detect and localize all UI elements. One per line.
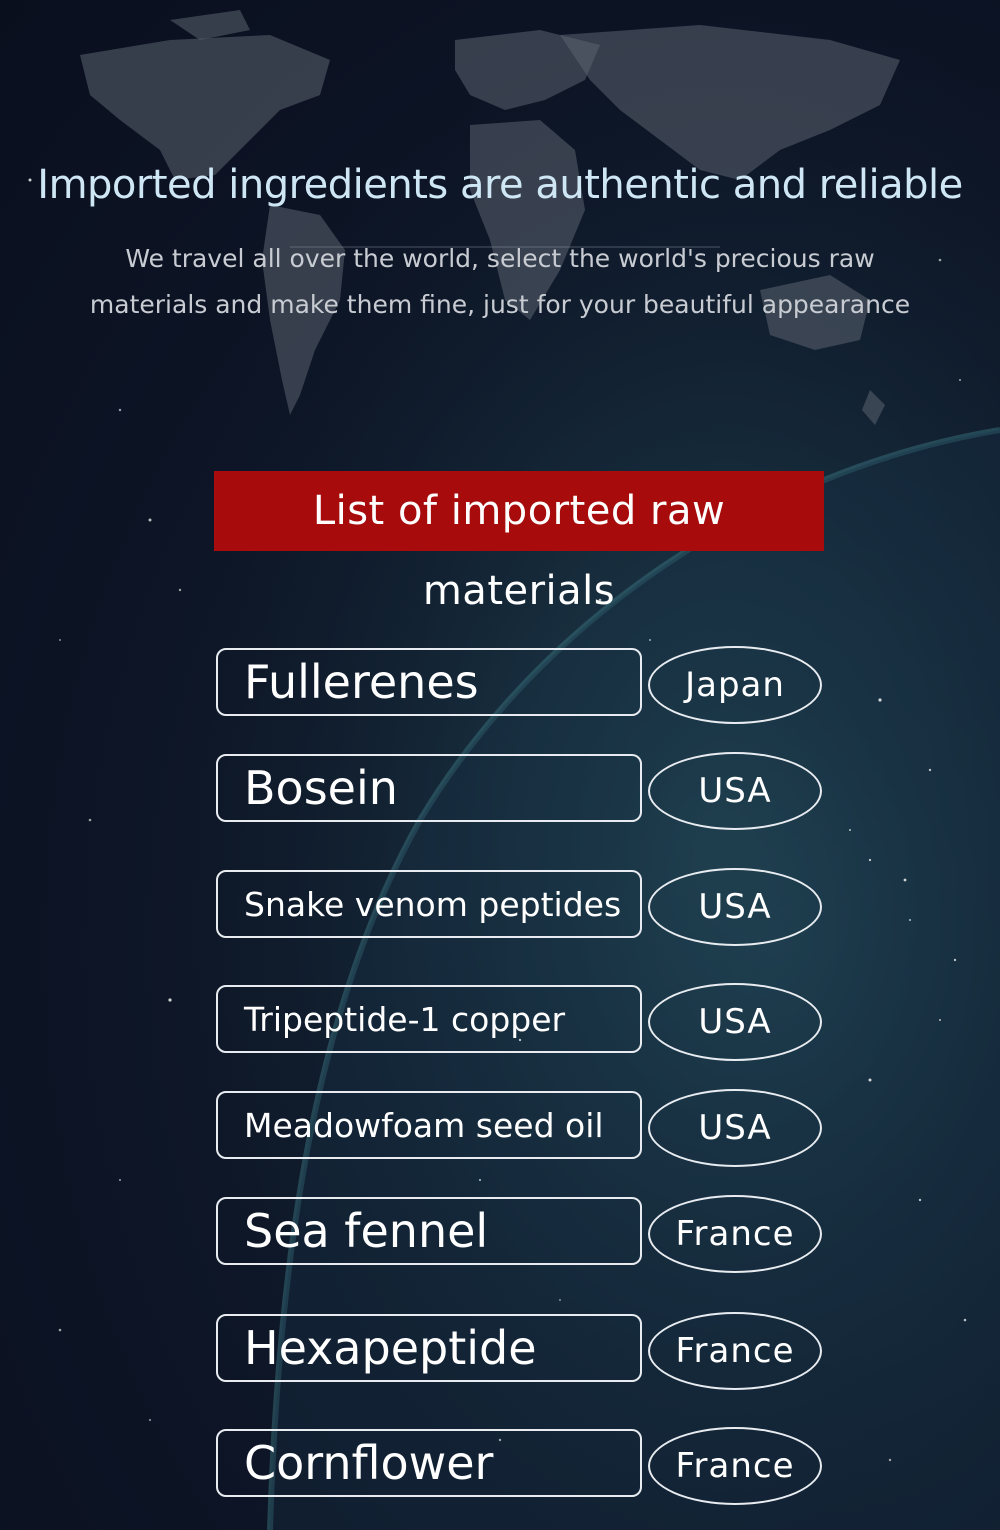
material-origin: USA [648,983,822,1061]
material-row: Cornflower France [216,1427,824,1505]
material-origin: France [648,1427,822,1505]
material-name: Bosein [216,754,642,822]
material-row: Meadowfoam seed oil USA [216,1089,824,1167]
material-name: Fullerenes [216,648,642,716]
material-row: Hexapeptide France [216,1312,824,1390]
page-subtitle: We travel all over the world, select the… [60,236,940,328]
material-name: Snake venom peptides [216,870,642,938]
material-row: Sea fennel France [216,1195,824,1273]
material-row: Fullerenes Japan [216,646,824,724]
material-name: Sea fennel [216,1197,642,1265]
material-origin: Japan [648,646,822,724]
material-name: Hexapeptide [216,1314,642,1382]
material-origin: France [648,1195,822,1273]
subtitle-line-2: materials and make them fine, just for y… [89,290,911,319]
material-name: Cornflower [216,1429,642,1497]
material-row: Bosein USA [216,752,824,830]
material-origin: USA [648,752,822,830]
subtitle-line-1: We travel all over the world, select the… [125,244,875,273]
material-origin: USA [648,1089,822,1167]
section-banner: List of imported raw materials [214,471,824,614]
material-origin: USA [648,868,822,946]
material-row: Snake venom peptides USA [216,868,824,946]
material-name: Tripeptide-1 copper [216,985,642,1053]
material-row: Tripeptide-1 copper USA [216,983,824,1061]
material-name: Meadowfoam seed oil [216,1091,642,1159]
page-heading: Imported ingredients are authentic and r… [37,162,963,208]
material-origin: France [648,1312,822,1390]
